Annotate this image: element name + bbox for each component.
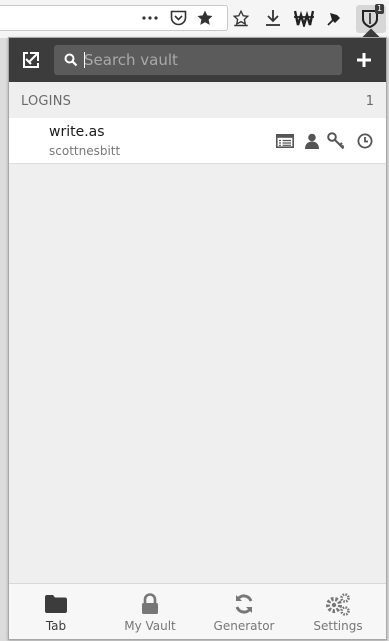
item-name: write.as <box>49 124 105 140</box>
launch-button[interactable] <box>275 131 295 151</box>
tab-label: Tab <box>45 619 67 633</box>
cogs-icon <box>326 593 350 616</box>
library-icon[interactable] <box>230 7 252 29</box>
bitwarden-popup: LOGINS 1 write.as scottnesbitt <box>8 37 387 640</box>
copy-totp-icon <box>357 133 373 149</box>
add-item-button[interactable] <box>352 48 376 72</box>
copy-username-icon <box>305 133 319 149</box>
search-input[interactable] <box>84 45 334 75</box>
add-icon <box>357 53 371 67</box>
section-title: LOGINS <box>21 94 72 109</box>
pin-icon[interactable] <box>324 7 346 29</box>
tab-label: My Vault <box>124 619 176 633</box>
browser-toolbar: 1 <box>0 0 389 38</box>
section-header: LOGINS 1 <box>9 82 386 118</box>
popout-button[interactable] <box>19 48 43 72</box>
extension-w-icon[interactable] <box>293 7 315 29</box>
text-caret <box>84 52 85 68</box>
download-icon[interactable] <box>262 7 284 29</box>
more-icon[interactable] <box>139 7 161 29</box>
item-username: scottnesbitt <box>49 144 121 158</box>
tab-current-tab[interactable]: Tab <box>9 584 103 639</box>
bookmark-star-icon[interactable] <box>194 7 216 29</box>
tab-my-vault[interactable]: My Vault <box>103 584 197 639</box>
copy-password-button[interactable] <box>326 131 346 151</box>
refresh-icon <box>235 594 253 614</box>
bottom-tab-bar: Tab My Vault Generator Settings <box>9 583 386 639</box>
popout-icon <box>23 52 39 68</box>
popup-body: LOGINS 1 write.as scottnesbitt <box>9 82 386 582</box>
tab-label: Settings <box>313 619 363 633</box>
launch-icon <box>276 134 294 148</box>
lock-icon <box>142 593 158 614</box>
tab-settings[interactable]: Settings <box>291 584 385 639</box>
section-count: 1 <box>365 94 374 109</box>
folder-icon <box>45 595 67 613</box>
pocket-icon[interactable] <box>167 7 189 29</box>
copy-username-button[interactable] <box>302 131 322 151</box>
extension-badge: 1 <box>375 4 384 14</box>
tab-generator[interactable]: Generator <box>197 584 291 639</box>
search-field[interactable] <box>54 45 342 75</box>
copy-totp-button[interactable] <box>355 131 375 151</box>
tab-label: Generator <box>213 619 275 633</box>
copy-password-icon <box>327 132 345 150</box>
list-item[interactable]: write.as scottnesbitt <box>9 118 386 164</box>
search-icon <box>64 53 78 67</box>
popup-header <box>9 38 386 82</box>
